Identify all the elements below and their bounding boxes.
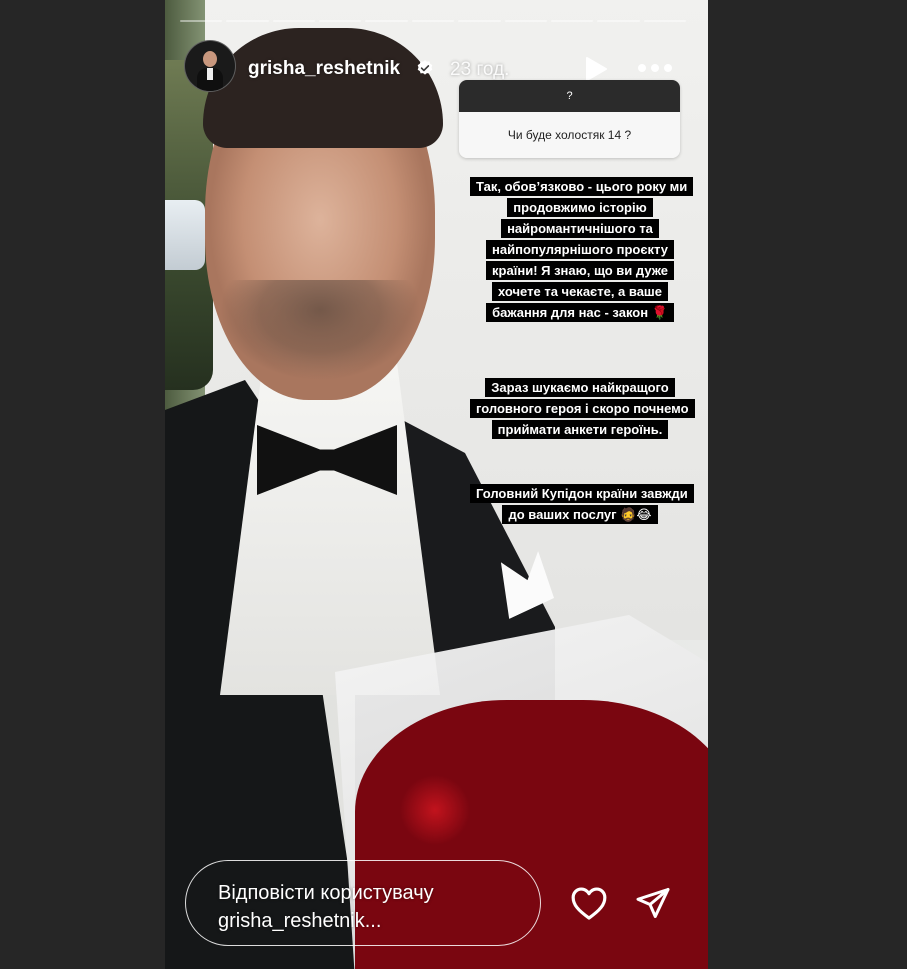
progress-segment [458, 20, 501, 22]
question-sticker-header: ? [459, 80, 680, 112]
verified-badge-icon [417, 60, 433, 75]
progress-segment [411, 20, 455, 22]
more-icon[interactable] [637, 63, 673, 73]
progress-segment [597, 20, 640, 22]
progress-segment [319, 20, 362, 22]
reply-input[interactable]: Відповісти користувачу grisha_reshetnik.… [185, 860, 541, 946]
progress-segment [180, 20, 223, 22]
story-progress-bar [180, 20, 686, 22]
story-caption-3: Головний Купідон країни завжди до ваших … [470, 483, 694, 525]
story-caption-2: Зараз шукаємо найкращого головного героя… [470, 377, 695, 440]
heart-icon[interactable] [570, 885, 608, 921]
reply-placeholder: Відповісти користувачу grisha_reshetnik.… [218, 882, 434, 932]
caption-text: Так, обов’язково - цього року ми продовж… [470, 177, 694, 322]
progress-segment [643, 20, 686, 22]
caption-text: Головний Купідон країни завжди до ваших … [470, 484, 694, 524]
send-icon[interactable] [634, 885, 672, 921]
question-sticker-text: Чи буде холостяк 14 ? [459, 112, 680, 158]
story-time: 23 год. [450, 59, 510, 80]
progress-segment [365, 20, 408, 22]
avatar[interactable] [184, 40, 236, 92]
progress-segment [550, 20, 594, 22]
username[interactable]: grisha_reshetnik [248, 58, 400, 80]
progress-segment [504, 20, 547, 22]
question-sticker[interactable]: ? Чи буде холостяк 14 ? [459, 80, 680, 158]
background-car [165, 200, 205, 270]
progress-segment [226, 20, 269, 22]
caption-text: Зараз шукаємо найкращого головного героя… [470, 378, 695, 439]
story-caption-1: Так, обов’язково - цього року ми продовж… [470, 176, 694, 323]
progress-segment [272, 20, 316, 22]
play-icon[interactable] [584, 56, 608, 82]
